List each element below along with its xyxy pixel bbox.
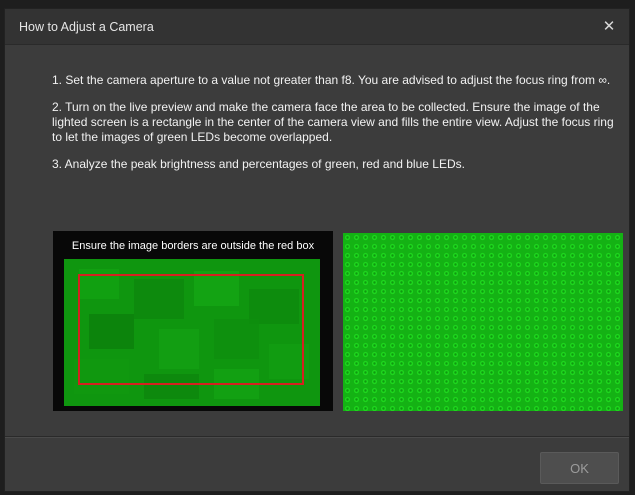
instructions: 1. Set the camera aperture to a value no… [52,73,622,184]
red-guide-box [78,274,304,385]
ok-button[interactable]: OK [540,452,619,484]
led-dot-grid [343,233,623,411]
blurred-led-screen [64,259,320,406]
dialog-title: How to Adjust a Camera [19,20,154,34]
step-2-text: 2. Turn on the live preview and make the… [52,100,614,144]
image-caption: Ensure the image borders are outside the… [71,240,315,252]
camera-help-dialog: How to Adjust a Camera ✕ 1. Set the came… [4,8,630,492]
example-images: Ensure the image borders are outside the… [53,231,623,411]
blurred-camera-view-image: Ensure the image borders are outside the… [53,231,333,411]
dialog-titlebar: How to Adjust a Camera ✕ [5,9,629,45]
focused-led-screen-image [343,233,623,411]
close-icon[interactable]: ✕ [599,17,619,37]
step-3-text: 3. Analyze the peak brightness and perce… [52,157,465,171]
step-1-text: 1. Set the camera aperture to a value no… [52,73,611,87]
footer-divider [5,436,629,438]
